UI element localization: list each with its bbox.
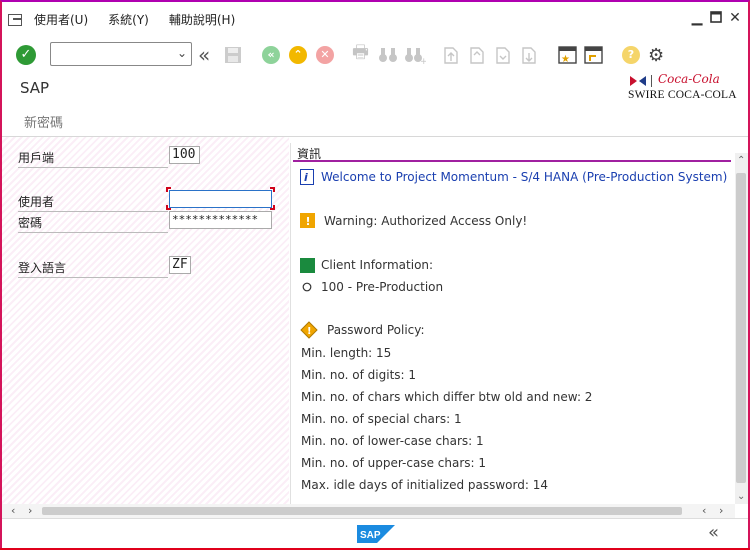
command-field[interactable]: ⌄ <box>50 42 192 66</box>
last-page-icon <box>520 44 538 66</box>
policy-item: Max. idle days of initialized password: … <box>301 478 548 492</box>
language-field[interactable]: ZF <box>169 256 191 274</box>
sap-logon-window: 使用者(U) 系統(Y) 輔助說明(H) ▁ ✕ ✓ ⌄ « « ⌃ ✕ 🖶 + <box>0 0 750 550</box>
maximize-icon[interactable] <box>709 11 723 25</box>
scroll-left-icon[interactable]: ‹ <box>702 504 706 517</box>
logon-form: 用戶端 100 使用者 密碼 ************* 登入語言 ZF <box>2 137 289 504</box>
scroll-right-icon[interactable]: › <box>28 504 32 517</box>
policy-item: Min. no. of lower-case chars: 1 <box>301 434 484 448</box>
menu-user[interactable]: 使用者(U) <box>34 11 88 28</box>
warning-message: Warning: Authorized Access Only! <box>324 214 528 228</box>
client-value: 100 - Pre-Production <box>321 280 444 294</box>
find-next-icon: + <box>404 44 426 66</box>
swire-coca-cola-logo: Coca-Cola SWIRE COCA-COLA <box>628 72 737 104</box>
toolbar: ✓ ⌄ « « ⌃ ✕ 🖶 + ★ ? ⚙ <box>2 38 748 72</box>
cancel-icon: ✕ <box>316 44 334 66</box>
svg-text:SAP: SAP <box>360 530 381 541</box>
new-session-icon[interactable]: ★ <box>558 44 578 66</box>
close-icon[interactable]: ✕ <box>728 11 742 25</box>
svg-text:★: ★ <box>561 54 570 65</box>
command-input[interactable] <box>51 43 169 65</box>
password-field[interactable]: ************* <box>169 211 272 229</box>
first-page-icon <box>442 44 460 66</box>
warning-diamond-icon: ! <box>300 321 318 342</box>
language-label: 登入語言 <box>18 259 168 278</box>
scroll-up-icon[interactable]: ⌃ <box>737 155 745 166</box>
menu-system[interactable]: 系統(Y) <box>108 11 149 28</box>
settings-icon[interactable]: ⚙ <box>648 44 664 66</box>
info-heading: 資訊 <box>293 145 731 162</box>
prev-page-icon <box>468 44 486 66</box>
policy-title: Password Policy: <box>327 323 425 337</box>
back-double-icon[interactable]: « <box>198 43 210 67</box>
focus-corner <box>270 205 275 210</box>
screen-subtitle: 新密碼 <box>24 116 64 131</box>
vertical-scroll-thumb[interactable] <box>736 173 746 483</box>
success-square-icon <box>300 258 315 276</box>
password-label: 密碼 <box>18 214 168 233</box>
policy-item: Min. no. of upper-case chars: 1 <box>301 456 487 470</box>
save-icon <box>224 44 242 66</box>
scroll-right-icon[interactable]: › <box>719 504 723 517</box>
scroll-left-icon[interactable]: ‹ <box>11 504 15 517</box>
warning-icon: ! <box>300 213 315 231</box>
collapse-status-icon[interactable]: « <box>708 522 719 543</box>
exit-icon[interactable]: ⌃ <box>289 44 307 66</box>
logo-company-text: SWIRE COCA-COLA <box>628 89 737 101</box>
client-label: 用戶端 <box>18 149 168 168</box>
enter-button[interactable]: ✓ <box>16 44 36 66</box>
back-icon: « <box>262 44 280 66</box>
policy-item: Min. no. of digits: 1 <box>301 368 417 382</box>
help-icon: ? <box>622 44 640 66</box>
sap-logo-icon: SAP <box>357 525 395 543</box>
status-bar: SAP « <box>2 518 748 548</box>
window-menu-icon[interactable] <box>8 12 24 26</box>
policy-item: Min. length: 15 <box>301 346 392 360</box>
chevron-down-icon[interactable]: ⌄ <box>177 46 187 60</box>
focus-corner <box>270 187 275 192</box>
client-info-title: Client Information: <box>321 258 434 272</box>
svg-text:!: ! <box>307 326 312 337</box>
focus-corner <box>166 205 171 210</box>
user-field[interactable] <box>169 190 272 208</box>
user-label: 使用者 <box>18 193 168 212</box>
enter-icon: ✓ <box>16 45 36 65</box>
next-page-icon <box>494 44 512 66</box>
info-panel: 資訊 i Welcome to Project Momentum - S/4 H… <box>290 143 735 504</box>
welcome-message: Welcome to Project Momentum - S/4 HANA (… <box>321 170 728 184</box>
horizontal-scrollbar[interactable]: ‹ › ‹ › <box>2 504 735 518</box>
scroll-down-icon[interactable]: ⌄ <box>737 491 745 502</box>
policy-item: Min. no. of chars which differ btw old a… <box>301 390 593 404</box>
svg-text:+: + <box>420 57 426 64</box>
bullet-circle-icon <box>302 281 312 295</box>
svg-text:!: ! <box>306 215 311 228</box>
minimize-icon[interactable]: ▁ <box>690 11 704 25</box>
horizontal-scroll-thumb[interactable] <box>42 507 682 515</box>
focus-corner <box>166 187 171 192</box>
client-field[interactable]: 100 <box>169 146 200 164</box>
info-icon: i <box>300 169 314 188</box>
print-icon: 🖶 <box>352 42 369 63</box>
find-icon <box>378 44 398 66</box>
logo-script-text: Coca-Cola <box>658 72 720 86</box>
svg-text:i: i <box>304 171 308 184</box>
menu-bar: 使用者(U) 系統(Y) 輔助說明(H) ▁ ✕ <box>2 2 748 36</box>
page-title: SAP <box>20 79 50 97</box>
vertical-scrollbar[interactable]: ⌃ ⌄ <box>735 153 748 504</box>
menu-help[interactable]: 輔助說明(H) <box>169 11 235 28</box>
shortcut-icon[interactable] <box>584 44 604 66</box>
policy-item: Min. no. of special chars: 1 <box>301 412 462 426</box>
